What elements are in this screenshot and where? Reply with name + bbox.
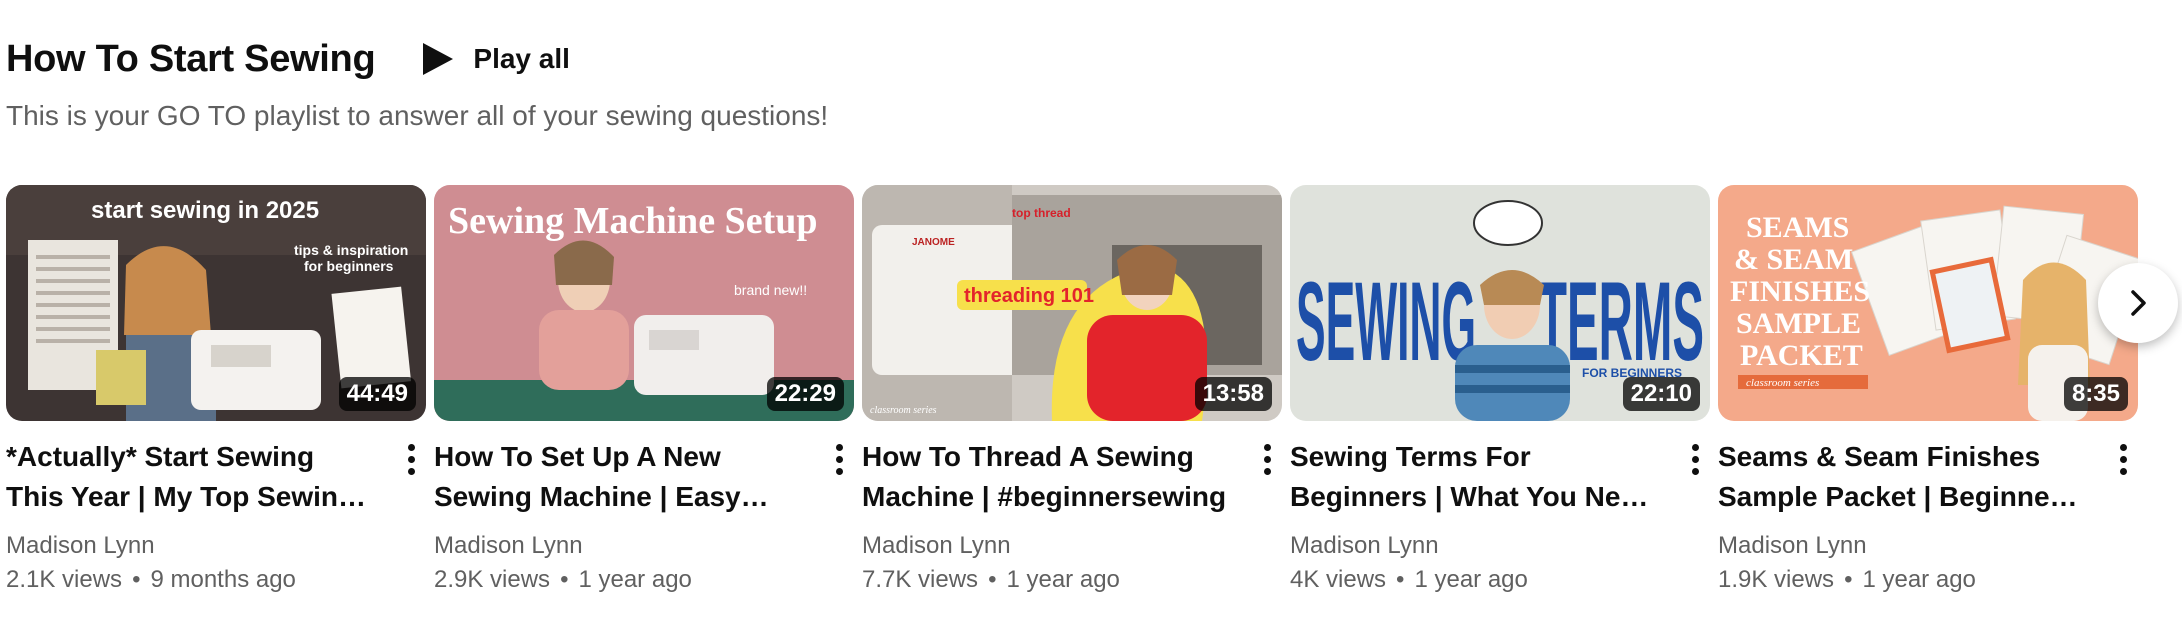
playlist-title[interactable]: How To Start Sewing xyxy=(6,36,376,82)
duration-badge: 44:49 xyxy=(338,377,416,411)
view-count: 4K views xyxy=(1290,566,1387,593)
duration-badge: 22:29 xyxy=(766,377,844,411)
video-thumbnail[interactable]: SEAMS & SEAM FINISHES SAMPLE PACKET clas… xyxy=(1718,185,2138,421)
channel-name[interactable]: Madison Lynn xyxy=(6,529,426,563)
video-stats: 1.9K views • 1 year ago xyxy=(1718,566,1976,593)
play-icon xyxy=(423,43,454,75)
video-title[interactable]: Seams & Seam Finishes Sample Packet | Be… xyxy=(1718,437,2088,517)
video-thumbnail[interactable]: threading 101 top thread JANOME classroo… xyxy=(862,185,1282,421)
thumb-text: JANOME xyxy=(912,237,955,248)
playlist-description: This is your GO TO playlist to answer al… xyxy=(6,100,829,131)
video-card[interactable]: SEWING TERMS FOR BEGINNERS 22:10 Sewing … xyxy=(1290,185,1710,597)
play-all-label: Play all xyxy=(473,43,570,74)
thumb-text: classroom series xyxy=(870,405,937,416)
thumb-text: tips & inspiration xyxy=(294,242,408,258)
thumb-text: start sewing in 2025 xyxy=(91,197,319,224)
duration-badge: 13:58 xyxy=(1194,377,1272,411)
video-meta: Sewing Terms For Beginners | What You Ne… xyxy=(1290,437,1710,597)
thumb-text: SEAMS xyxy=(1746,211,1849,244)
play-all-button[interactable]: Play all xyxy=(419,41,570,77)
upload-age: 1 year ago xyxy=(1862,566,1976,593)
video-title[interactable]: How To Set Up A New Sewing Machine | Eas… xyxy=(434,437,804,517)
duration-badge: 22:10 xyxy=(1622,377,1700,411)
thumb-text: top thread xyxy=(1012,206,1071,220)
video-title[interactable]: Sewing Terms For Beginners | What You Ne… xyxy=(1290,437,1660,517)
channel-name[interactable]: Madison Lynn xyxy=(1290,529,1710,563)
shelf-next-button[interactable] xyxy=(2098,263,2178,343)
video-thumbnail[interactable]: SEWING TERMS FOR BEGINNERS 22:10 xyxy=(1290,185,1710,421)
view-count: 2.9K views xyxy=(434,566,551,593)
more-vert-icon[interactable] xyxy=(396,439,426,479)
view-count: 2.1K views xyxy=(6,566,123,593)
view-count: 7.7K views xyxy=(862,566,979,593)
video-meta: *Actually* Start Sewing This Year | My T… xyxy=(6,437,426,597)
thumb-text: PACKET xyxy=(1740,339,1863,372)
thumb-text: & SEAM xyxy=(1734,243,1853,276)
video-thumbnail[interactable]: Sewing Machine Setup brand new!! 22:29 xyxy=(434,185,854,421)
video-meta: How To Thread A Sewing Machine | #beginn… xyxy=(862,437,1282,597)
thumb-text: threading 101 xyxy=(964,285,1094,307)
more-vert-icon[interactable] xyxy=(1252,439,1282,479)
chevron-right-icon xyxy=(2131,290,2146,316)
upload-age: 9 months ago xyxy=(150,566,296,593)
video-stats: 2.1K views • 9 months ago xyxy=(6,566,296,593)
thumb-text: SAMPLE xyxy=(1736,307,1861,340)
video-thumbnail[interactable]: start sewing in 2025 tips & inspiration … xyxy=(6,185,426,421)
thumb-text: Sewing Machine Setup xyxy=(448,200,817,242)
video-title[interactable]: How To Thread A Sewing Machine | #beginn… xyxy=(862,437,1232,517)
video-card[interactable]: SEAMS & SEAM FINISHES SAMPLE PACKET clas… xyxy=(1718,185,2138,597)
video-meta: Seams & Seam Finishes Sample Packet | Be… xyxy=(1718,437,2138,597)
video-meta: How To Set Up A New Sewing Machine | Eas… xyxy=(434,437,854,597)
more-vert-icon[interactable] xyxy=(1680,439,1710,479)
video-card[interactable]: Sewing Machine Setup brand new!! 22:29 H… xyxy=(434,185,854,597)
thumb-text: brand new!! xyxy=(734,282,807,298)
more-vert-icon[interactable] xyxy=(2108,439,2138,479)
video-card[interactable]: threading 101 top thread JANOME classroo… xyxy=(862,185,1282,597)
channel-name[interactable]: Madison Lynn xyxy=(1718,529,2138,563)
view-count: 1.9K views xyxy=(1718,566,1835,593)
video-title[interactable]: *Actually* Start Sewing This Year | My T… xyxy=(6,437,376,517)
upload-age: 1 year ago xyxy=(578,566,692,593)
video-stats: 7.7K views • 1 year ago xyxy=(862,566,1120,593)
thumb-text: classroom series xyxy=(1746,377,1819,389)
upload-age: 1 year ago xyxy=(1414,566,1528,593)
playlist-header: How To Start Sewing Play all xyxy=(6,36,570,82)
channel-name[interactable]: Madison Lynn xyxy=(434,529,854,563)
duration-badge: 8:35 xyxy=(2063,377,2128,411)
video-card[interactable]: start sewing in 2025 tips & inspiration … xyxy=(6,185,426,597)
thumb-text: FINISHES xyxy=(1730,275,1870,308)
thumb-text: for beginners xyxy=(304,258,394,274)
upload-age: 1 year ago xyxy=(1006,566,1120,593)
more-vert-icon[interactable] xyxy=(824,439,854,479)
thumb-text: SEWING xyxy=(1296,259,1476,384)
video-shelf: start sewing in 2025 tips & inspiration … xyxy=(6,185,2166,625)
channel-name[interactable]: Madison Lynn xyxy=(862,529,1282,563)
video-stats: 2.9K views • 1 year ago xyxy=(434,566,692,593)
video-stats: 4K views • 1 year ago xyxy=(1290,566,1528,593)
